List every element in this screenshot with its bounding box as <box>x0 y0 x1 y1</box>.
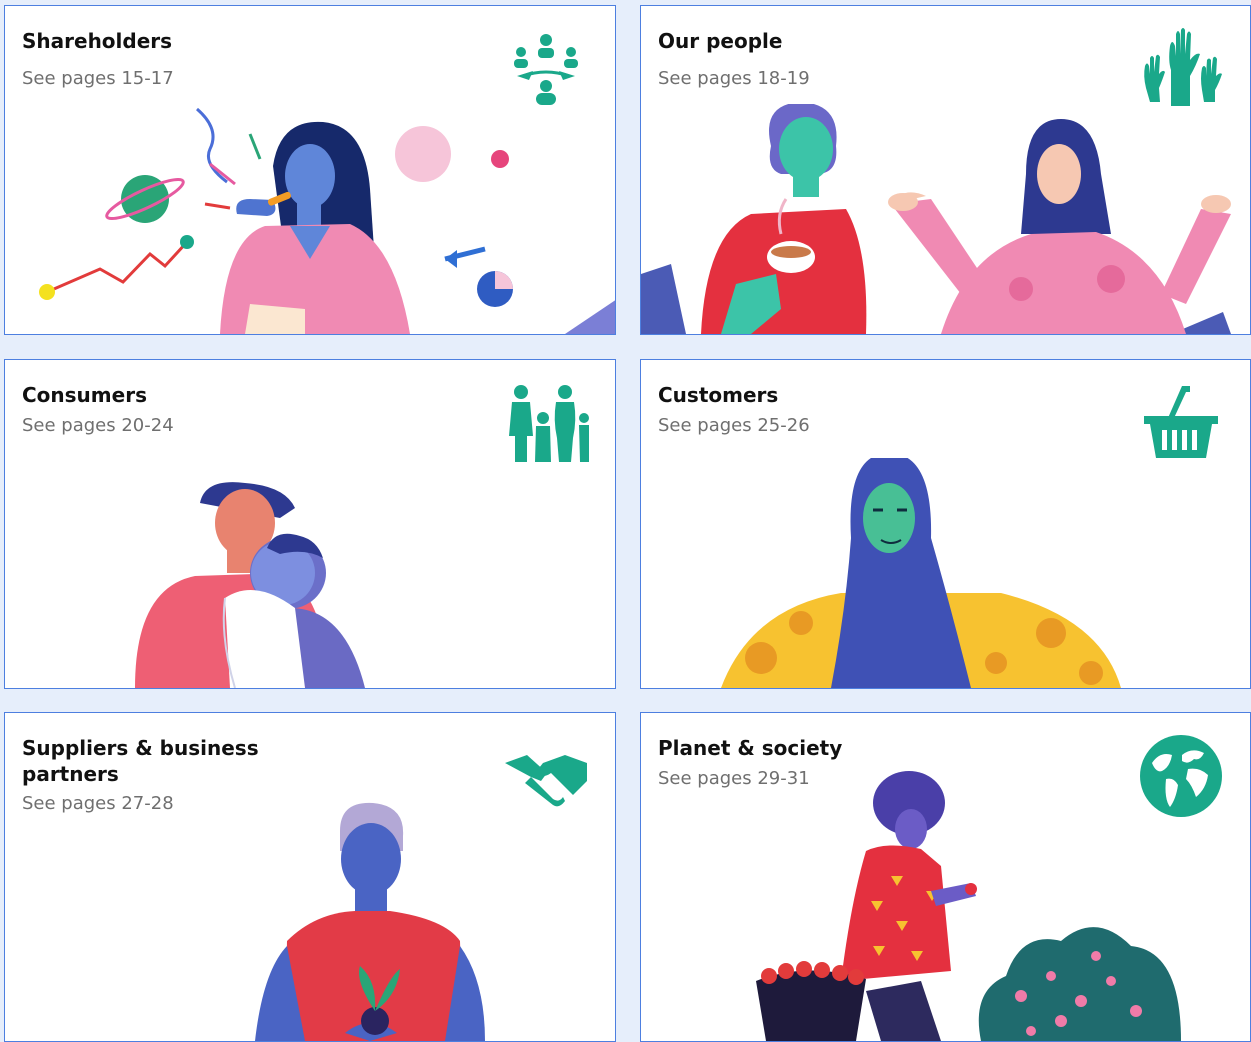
planet-society-illustration <box>756 771 1181 1041</box>
card-title: Customers <box>658 383 779 407</box>
card-title: Shareholders <box>22 29 173 53</box>
our-people-illustration <box>641 104 1231 334</box>
suppliers-illustration <box>255 802 485 1041</box>
card-our-people[interactable]: Our people See pages 18-19 <box>640 5 1251 335</box>
customers-illustration <box>721 458 1121 688</box>
shareholders-illustration <box>39 107 615 334</box>
card-pages-link[interactable]: See pages 18-19 <box>658 68 810 89</box>
card-title: Consumers <box>22 383 147 407</box>
shareholders-group-icon <box>514 34 578 105</box>
card-customers[interactable]: Customers See pages 25-26 <box>640 359 1251 689</box>
card-title: Planet & society <box>658 736 843 760</box>
raised-hands-icon <box>1144 28 1222 106</box>
card-shareholders[interactable]: Shareholders See pages 15-17 <box>4 5 616 335</box>
card-planet-society[interactable]: Planet & society See pages 29-31 <box>640 712 1251 1042</box>
consumers-illustration <box>135 482 365 688</box>
card-consumers[interactable]: Consumers See pages 20-24 <box>4 359 616 689</box>
card-title: Our people <box>658 29 783 53</box>
card-pages-link[interactable]: See pages 25-26 <box>658 415 810 436</box>
card-pages-link[interactable]: See pages 20-24 <box>22 415 174 436</box>
shopping-basket-icon <box>1144 386 1218 458</box>
card-title: Suppliers & business partners <box>22 736 259 786</box>
card-suppliers[interactable]: Suppliers & business partners See pages … <box>4 712 616 1042</box>
family-icon <box>509 385 589 462</box>
card-pages-link[interactable]: See pages 15-17 <box>22 68 174 89</box>
